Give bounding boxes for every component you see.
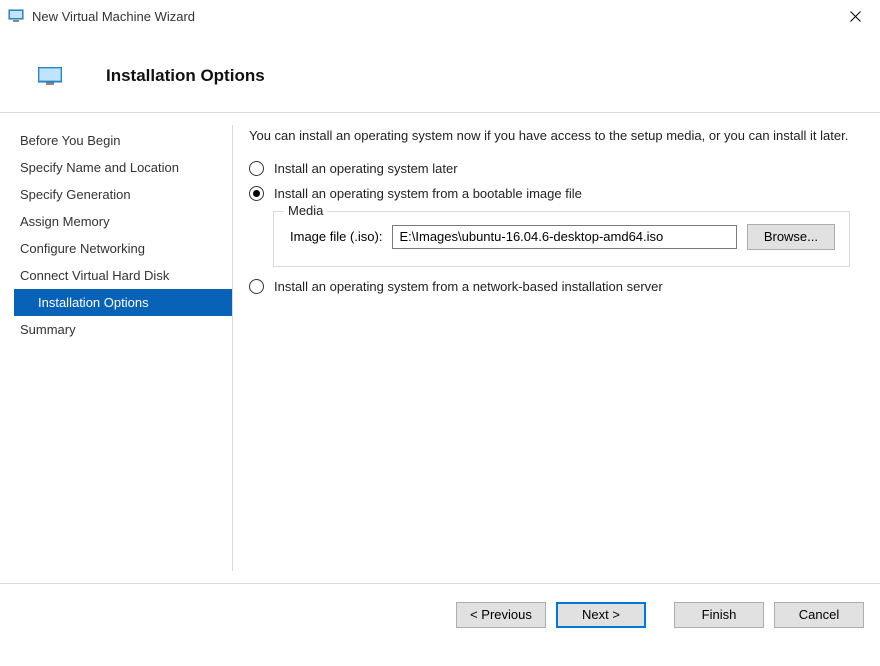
- wizard-icon: [38, 67, 62, 85]
- titlebar: New Virtual Machine Wizard: [0, 0, 880, 32]
- footer: < Previous Next > Finish Cancel: [0, 583, 880, 645]
- intro-text: You can install an operating system now …: [249, 127, 850, 145]
- previous-button[interactable]: < Previous: [456, 602, 546, 628]
- image-file-row: Image file (.iso): Browse...: [290, 224, 835, 250]
- finish-button[interactable]: Finish: [674, 602, 764, 628]
- nav-summary[interactable]: Summary: [14, 316, 232, 343]
- radio-install-from-network[interactable]: [249, 279, 264, 294]
- option-install-later[interactable]: Install an operating system later: [249, 161, 850, 176]
- browse-button[interactable]: Browse...: [747, 224, 835, 250]
- window-title: New Virtual Machine Wizard: [32, 9, 195, 24]
- radio-install-from-image[interactable]: [249, 186, 264, 201]
- app-icon: [8, 8, 24, 24]
- option-install-later-label: Install an operating system later: [274, 161, 458, 176]
- option-install-from-network-label: Install an operating system from a netwo…: [274, 279, 663, 294]
- close-button[interactable]: [832, 1, 878, 31]
- nav-assign-memory[interactable]: Assign Memory: [14, 208, 232, 235]
- cancel-button[interactable]: Cancel: [774, 602, 864, 628]
- page-title: Installation Options: [106, 66, 265, 86]
- nav-before-you-begin[interactable]: Before You Begin: [14, 127, 232, 154]
- option-install-from-image[interactable]: Install an operating system from a boota…: [249, 186, 850, 201]
- media-legend: Media: [284, 203, 327, 218]
- nav-specify-generation[interactable]: Specify Generation: [14, 181, 232, 208]
- close-icon: [850, 11, 861, 22]
- option-install-from-network[interactable]: Install an operating system from a netwo…: [249, 279, 850, 294]
- next-button[interactable]: Next >: [556, 602, 646, 628]
- image-file-input[interactable]: [392, 225, 736, 249]
- nav-configure-networking[interactable]: Configure Networking: [14, 235, 232, 262]
- content-area: Before You Begin Specify Name and Locati…: [0, 113, 880, 583]
- option-install-from-image-label: Install an operating system from a boota…: [274, 186, 582, 201]
- header-band: Installation Options: [0, 32, 880, 104]
- main-panel: You can install an operating system now …: [233, 113, 880, 583]
- radio-install-later[interactable]: [249, 161, 264, 176]
- nav-specify-name[interactable]: Specify Name and Location: [14, 154, 232, 181]
- wizard-nav: Before You Begin Specify Name and Locati…: [0, 113, 232, 583]
- nav-connect-vhd[interactable]: Connect Virtual Hard Disk: [14, 262, 232, 289]
- image-file-label: Image file (.iso):: [290, 229, 382, 244]
- nav-installation-options[interactable]: Installation Options: [14, 289, 232, 316]
- media-group: Media Image file (.iso): Browse...: [273, 211, 850, 267]
